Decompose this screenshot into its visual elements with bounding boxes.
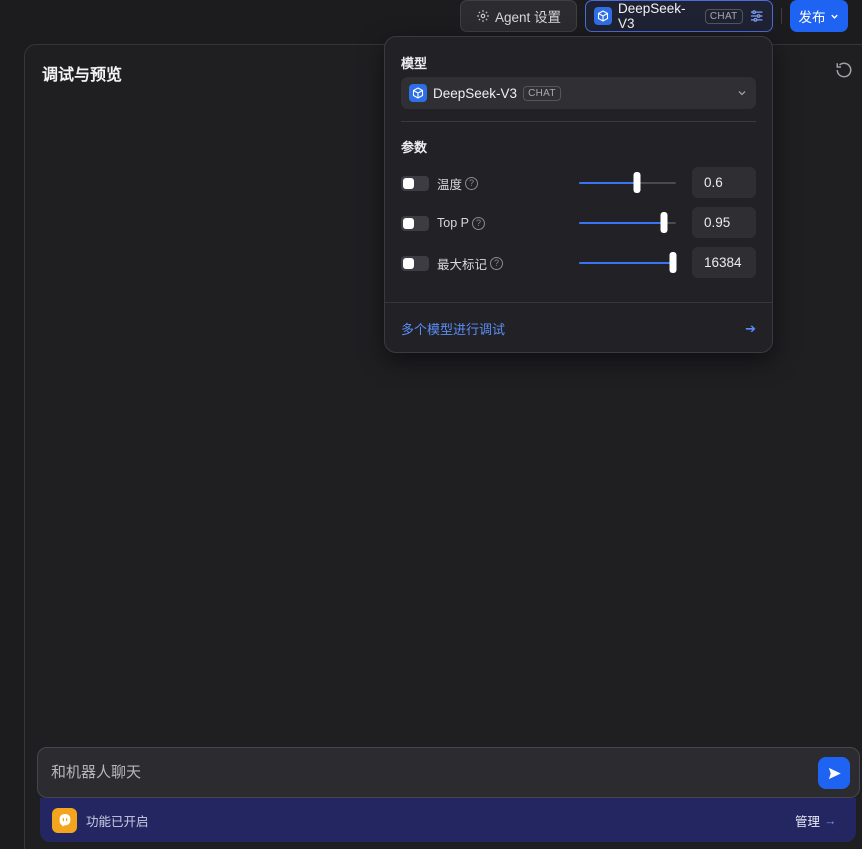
help-icon[interactable]: ? (471, 216, 485, 230)
gear-icon (477, 10, 489, 22)
help-icon[interactable]: ? (465, 176, 479, 190)
model-config-popover: 模型 DeepSeek-V3 CHAT 参数 温度 ? 0.6 Top P ? (384, 36, 773, 353)
agent-settings-label: Agent 设置 (494, 10, 562, 25)
section-divider (401, 121, 756, 122)
section-divider (385, 302, 772, 303)
slider-fill (579, 262, 676, 264)
selected-model-name: DeepSeek-V3 (433, 85, 518, 101)
param-row-max-tokens: 最大标记 ? 16384 (401, 247, 756, 279)
model-section-label: 模型 (401, 56, 428, 71)
max-tokens-slider[interactable] (579, 252, 677, 273)
deepseek-logo-icon (409, 84, 427, 102)
slider-thumb[interactable] (633, 172, 641, 193)
top-p-value-input[interactable]: 0.95 (692, 207, 756, 238)
feature-status-bar: 功能已开启 管理 → (40, 798, 856, 842)
bot-feature-icon (52, 807, 77, 833)
send-button[interactable] (818, 757, 850, 789)
model-dropdown[interactable]: DeepSeek-V3 CHAT (401, 77, 756, 109)
max-tokens-value-input[interactable]: 16384 (692, 247, 756, 278)
temperature-slider[interactable] (579, 172, 676, 193)
multi-model-link-label: 多个模型进行调试 (401, 322, 506, 337)
toolbar-divider (781, 8, 782, 24)
top-p-toggle[interactable] (401, 215, 429, 231)
selected-model-tag: CHAT (523, 85, 561, 101)
chevron-down-icon (830, 14, 838, 19)
temperature-label: 温度 (437, 177, 463, 192)
top-p-label-wrap: Top P ? (437, 216, 485, 230)
max-tokens-label: 最大标记 (437, 257, 488, 272)
arrow-right-icon: → (824, 813, 837, 828)
panel-title: 调试与预览 (42, 67, 123, 84)
max-tokens-toggle[interactable] (401, 255, 429, 271)
chat-input[interactable] (51, 764, 751, 781)
slider-thumb[interactable] (669, 252, 677, 273)
publish-button[interactable]: 发布 (790, 0, 848, 32)
model-name: DeepSeek-V3 (618, 1, 686, 31)
chevron-down-icon (738, 91, 746, 96)
multi-model-debug-link[interactable]: 多个模型进行调试 ➔ (401, 319, 756, 338)
top-p-label: Top P (437, 216, 469, 230)
feature-status-text: 功能已开启 (86, 814, 149, 829)
param-row-temperature: 温度 ? 0.6 (401, 167, 756, 199)
max-tokens-label-wrap: 最大标记 ? (437, 254, 504, 273)
temperature-label-wrap: 温度 ? (437, 174, 479, 193)
temperature-toggle[interactable] (401, 175, 429, 191)
send-icon (828, 767, 841, 779)
sliders-icon[interactable] (749, 8, 764, 24)
refresh-icon[interactable] (835, 61, 853, 79)
slider-fill (579, 222, 665, 224)
params-section-label: 参数 (401, 140, 428, 155)
manage-link[interactable]: 管理 → (795, 811, 837, 830)
chat-input-box[interactable] (37, 747, 860, 798)
manage-label: 管理 (795, 815, 821, 829)
publish-label: 发布 (798, 10, 826, 25)
temperature-value-input[interactable]: 0.6 (692, 167, 756, 198)
param-row-top-p: Top P ? 0.95 (401, 207, 756, 239)
deepseek-logo-icon (594, 7, 612, 25)
slider-fill (579, 182, 638, 184)
agent-settings-button[interactable]: Agent 设置 (460, 0, 577, 32)
model-type-tag: CHAT (704, 8, 743, 24)
model-selector-button[interactable]: DeepSeek-V3 CHAT (585, 0, 773, 32)
help-icon[interactable]: ? (490, 256, 504, 270)
arrow-right-icon: ➔ (745, 320, 756, 336)
top-p-slider[interactable] (579, 212, 676, 233)
slider-thumb[interactable] (660, 212, 668, 233)
